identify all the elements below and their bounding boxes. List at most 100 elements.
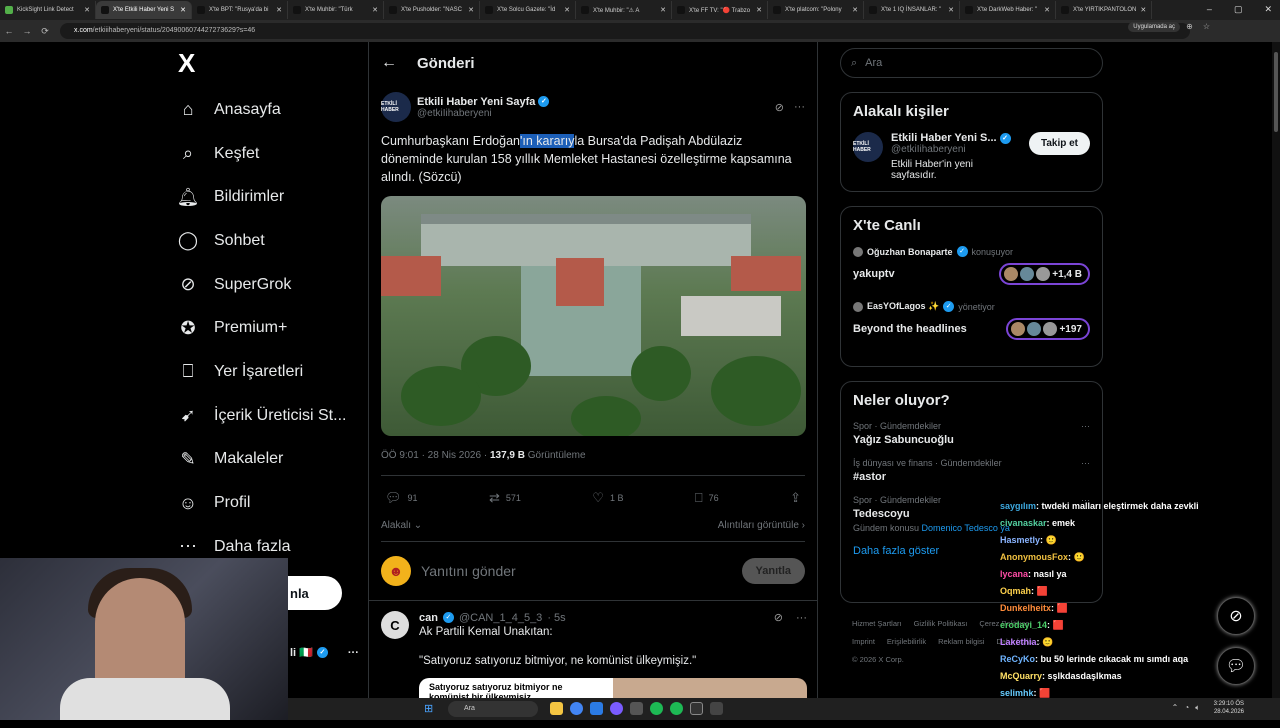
maximize-icon[interactable]: ▢ — [1234, 4, 1243, 15]
open-in-app-button[interactable]: Uygulamada aç — [1128, 22, 1180, 32]
live-host[interactable]: Oğuzhan Bonaparte — [867, 247, 953, 257]
post-button[interactable]: nla — [288, 576, 342, 610]
reply-input[interactable]: Yanıtını gönder — [421, 563, 516, 579]
chrome-icon[interactable] — [570, 702, 583, 715]
author-handle[interactable]: @etkiIihaberyeni — [417, 108, 549, 119]
chat-username[interactable]: Oqmah — [1000, 586, 1031, 596]
trend-item[interactable]: Spor · Gündemdekiler ··· Yağız Sabuncuoğlu — [853, 421, 1090, 446]
tab-close-icon[interactable]: ✕ — [564, 6, 570, 14]
reply-time[interactable]: · 5s — [547, 612, 565, 624]
explorer-icon[interactable] — [550, 702, 563, 715]
bookmark-star-icon[interactable]: ☆ — [1203, 22, 1210, 31]
live-title[interactable]: yakuptv — [853, 268, 895, 280]
wifi-icon[interactable]: ◔ — [1184, 703, 1189, 713]
browser-tab[interactable]: X'te BPT: "Rusya'da bi ✕ — [192, 1, 288, 19]
browser-tab[interactable]: X'te YIRTIKPANTOLON ✕ — [1056, 1, 1152, 19]
reply-handle[interactable]: @CAN_1_4_5_3 — [459, 612, 542, 624]
browser-tab[interactable]: X'te Pusholder: "NASC ✕ — [384, 1, 480, 19]
footer-link[interactable]: © 2026 X Corp. — [852, 655, 904, 664]
discord-icon[interactable] — [610, 702, 623, 715]
reload-icon[interactable]: ⟳ — [36, 26, 54, 37]
chat-username[interactable]: selimhk — [1000, 688, 1034, 698]
live-host[interactable]: EasYOfLagos ✨ — [867, 301, 939, 312]
trend-item[interactable]: İş dünyası ve finans · Gündemdekiler ··· #… — [853, 458, 1090, 483]
author-name[interactable]: Etkili Haber Yeni Sayfa — [417, 96, 535, 108]
back-arrow-icon[interactable]: ← — [381, 54, 397, 72]
sort-dropdown[interactable]: Alakalı ⌄ — [381, 520, 422, 531]
footer-link[interactable]: Reklam bilgisi — [938, 637, 984, 646]
chat-username[interactable]: AnonymousFox — [1000, 552, 1068, 562]
nav-item-yer-i-aretleri[interactable]: ⎕ Yer İşaretleri — [170, 350, 368, 394]
grok-fab-icon[interactable]: ⊘ — [1217, 597, 1255, 635]
more-options-icon[interactable]: ··· — [1081, 421, 1090, 431]
chat-username[interactable]: civanaskar — [1000, 518, 1047, 528]
view-quotes-link[interactable]: Alıntıları görüntüle › — [718, 520, 805, 531]
repost-button[interactable]: ⇄ 571 — [489, 490, 521, 506]
scrollbar[interactable] — [1272, 42, 1280, 720]
nav-item-sohbet[interactable]: ◯ Sohbet — [170, 219, 368, 263]
more-options-icon[interactable]: ··· — [1081, 458, 1090, 468]
more-options-icon[interactable]: ··· — [796, 612, 807, 624]
browser-tab[interactable]: X'te FF TV: "🔴 Trabzo ✕ — [672, 1, 768, 19]
more-options-icon[interactable]: ··· — [794, 101, 805, 114]
nav-item-i-erik-reticisi-st-[interactable]: ➹ İçerik Üreticisi St... — [170, 394, 368, 438]
clock[interactable]: 3:29:10 ÖS 28.04.2026 — [1214, 700, 1244, 716]
app-icon[interactable] — [710, 702, 723, 715]
post-image[interactable] — [381, 196, 806, 436]
my-avatar[interactable]: ☻ — [381, 556, 411, 586]
author-avatar[interactable]: ETKİLİ HABER — [381, 92, 411, 122]
author-name-row[interactable]: Etkili Haber Yeni Sayfa ✓ — [417, 96, 550, 108]
nav-item-premium-[interactable]: ✪ Premium+ — [170, 306, 368, 350]
footer-link[interactable]: Hizmet Şartları — [852, 619, 902, 628]
browser-tab[interactable]: X'te DarkWeb Haber: " ✕ — [960, 1, 1056, 19]
reply-button[interactable]: 💬︎ 91 — [385, 490, 418, 506]
related-name[interactable]: Etkili Haber Yeni S... — [891, 132, 997, 144]
browser-tab[interactable]: X'te Etkili Haber Yeni S ✕ — [96, 1, 192, 19]
reply-author[interactable]: can — [419, 612, 438, 624]
close-window-icon[interactable]: ✕ — [1264, 4, 1272, 15]
chat-username[interactable]: Lakethia — [1000, 637, 1037, 647]
chat-username[interactable]: ReCyKo — [1000, 654, 1035, 664]
app-icon[interactable] — [670, 702, 683, 715]
like-button[interactable]: ♡ 1 B — [592, 490, 623, 506]
nav-item-anasayfa[interactable]: ⌂ Anasayfa — [170, 88, 368, 132]
url-input[interactable]: x.com/etkiiihaberyeni/status/20490060744… — [60, 23, 1190, 39]
nav-item-profil[interactable]: ☺ Profil — [170, 481, 368, 525]
volume-icon[interactable]: 🔈︎ — [1195, 703, 1200, 713]
chat-username[interactable]: erodayi_14 — [1000, 620, 1047, 630]
footer-link[interactable]: Gizlilik Politikası — [914, 619, 968, 628]
minimize-icon[interactable]: – — [1207, 4, 1212, 15]
x-logo[interactable]: X — [178, 48, 368, 88]
nav-item-makaleler[interactable]: ✎ Makaleler — [170, 438, 368, 482]
grok-icon[interactable]: ⊘ — [775, 101, 784, 114]
tab-close-icon[interactable]: ✕ — [468, 6, 474, 14]
taskbar-search[interactable]: Ara — [448, 701, 538, 717]
reply-submit-button[interactable]: Yanıtla — [741, 558, 805, 584]
listener-count[interactable]: +1,4 B — [999, 263, 1090, 285]
reply-avatar[interactable]: C — [381, 611, 409, 639]
tab-close-icon[interactable]: ✕ — [180, 6, 186, 14]
back-icon[interactable]: ← — [0, 26, 18, 36]
grok-icon[interactable]: ⊘ — [774, 611, 783, 624]
related-handle[interactable]: @etkiIihaberyeni — [891, 144, 1021, 155]
nav-item-ke-fet[interactable]: ⌕ Keşfet — [170, 132, 368, 176]
chat-username[interactable]: Dunkelheitx — [1000, 603, 1051, 613]
tab-close-icon[interactable]: ✕ — [276, 6, 282, 14]
windows-start-icon[interactable]: ⊞ — [424, 702, 433, 715]
nav-item-bildirimler[interactable]: 🔔︎ Bildirimler — [170, 175, 368, 219]
tab-close-icon[interactable]: ✕ — [1140, 6, 1146, 14]
browser-tab[interactable]: X'te Muhbir: "Türk ✕ — [288, 1, 384, 19]
post-time[interactable]: ÖÖ 9:01 · 28 Nis 2026 · — [381, 450, 490, 461]
live-space[interactable]: Oğuzhan Bonaparte ✓ konuşuyor yakuptv +1,4 B — [853, 246, 1090, 285]
share-button[interactable]: ⇪ — [790, 490, 801, 506]
tab-close-icon[interactable]: ✕ — [84, 6, 90, 14]
footer-link[interactable]: Imprint — [852, 637, 875, 646]
browser-tab[interactable]: X'te Muhbir: "⚠ A ✕ — [576, 1, 672, 19]
app-icon[interactable] — [630, 702, 643, 715]
live-title[interactable]: Beyond the headlines — [853, 323, 967, 335]
bookmark-button[interactable]: ⎕ 76 — [695, 490, 719, 506]
browser-tab[interactable]: X'te Solcu Gazete: "İd ✕ — [480, 1, 576, 19]
listener-count[interactable]: +197 — [1006, 318, 1090, 340]
account-switcher[interactable]: li 🇮🇹 ✓ ··· — [290, 646, 359, 660]
search-input[interactable]: ⌕ Ara — [840, 48, 1103, 78]
